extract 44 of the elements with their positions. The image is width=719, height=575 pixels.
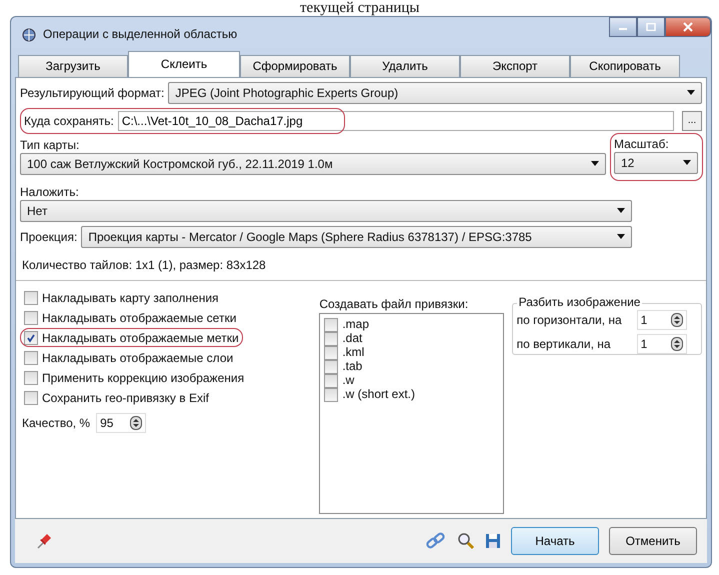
tab[interactable]: Склеить xyxy=(128,50,240,77)
tab[interactable]: Загрузить xyxy=(18,54,128,77)
extension-label: .w (short ext.) xyxy=(342,388,416,402)
option-label: Сохранить гео-привязку в Exif xyxy=(42,390,209,405)
overlay-label: Наложить: xyxy=(20,184,80,199)
binding-label: Создавать файл привязки: xyxy=(319,296,470,311)
quality-label: Качество, % xyxy=(22,416,90,430)
tab[interactable]: Скопировать xyxy=(570,54,680,77)
extension-label: .kml xyxy=(342,346,364,360)
format-label: Результирующий формат: xyxy=(20,86,164,100)
map-type-dropdown[interactable]: 100 саж Ветлужский Костромской губ., 22.11.2019 1.0м xyxy=(20,152,606,175)
split-label: по вертикали, на xyxy=(516,336,612,351)
format-dropdown[interactable]: JPEG (Joint Photographic Experts Group) xyxy=(168,82,702,104)
split-label: по горизонтали, на xyxy=(516,312,623,327)
tab[interactable]: Удалить xyxy=(350,54,460,77)
overlay-dropdown[interactable]: Нет xyxy=(20,200,632,222)
save-to-label: Куда сохранять: xyxy=(24,114,114,128)
projection-dropdown[interactable]: Проекция карты - Mercator / Google Maps (Sphere Radius 6378137) / EPSG:3785 xyxy=(81,226,632,248)
tile-count-text: Количество тайлов: 1x1 (1), размер: 83x128 xyxy=(21,256,267,274)
option-label: Накладывать карту заполнения xyxy=(42,290,219,305)
split-group-title: Разбить изображение xyxy=(516,294,642,309)
browse-button[interactable]: ... xyxy=(682,110,702,131)
map-type-label: Тип карты: xyxy=(20,138,80,152)
split-spinbox[interactable]: 1 xyxy=(636,310,687,330)
quality-spinbox[interactable]: 95 xyxy=(96,412,146,433)
page-caption: текущей страницы xyxy=(300,0,420,16)
dialog-button[interactable]: Отменить xyxy=(609,527,697,556)
extension-label: .map xyxy=(342,318,370,332)
tab[interactable]: Экспорт xyxy=(460,54,570,77)
window-title: Операции с выделенной областью xyxy=(43,26,238,41)
dialog-button[interactable]: Начать xyxy=(511,527,599,556)
option-label: Применить коррекцию изображения xyxy=(42,370,244,385)
split-spinbox[interactable]: 1 xyxy=(636,334,687,354)
scale-label: Масштаб: xyxy=(614,136,670,151)
option-label: Накладывать отображаемые сетки xyxy=(42,310,236,325)
tab[interactable]: Сформировать xyxy=(240,54,350,77)
extension-label: .tab xyxy=(342,360,362,374)
projection-label: Проекция: xyxy=(20,230,78,244)
save-path-field[interactable]: C:\...\Vet-10t_10_08_Dacha17.jpg xyxy=(118,110,674,131)
option-label: Накладывать отображаемые слои xyxy=(42,350,234,365)
extension-label: .dat xyxy=(342,332,362,346)
option-label: Накладывать отображаемые метки xyxy=(42,330,239,345)
extension-label: .w xyxy=(342,374,354,388)
scale-dropdown[interactable]: 12 xyxy=(614,152,698,174)
